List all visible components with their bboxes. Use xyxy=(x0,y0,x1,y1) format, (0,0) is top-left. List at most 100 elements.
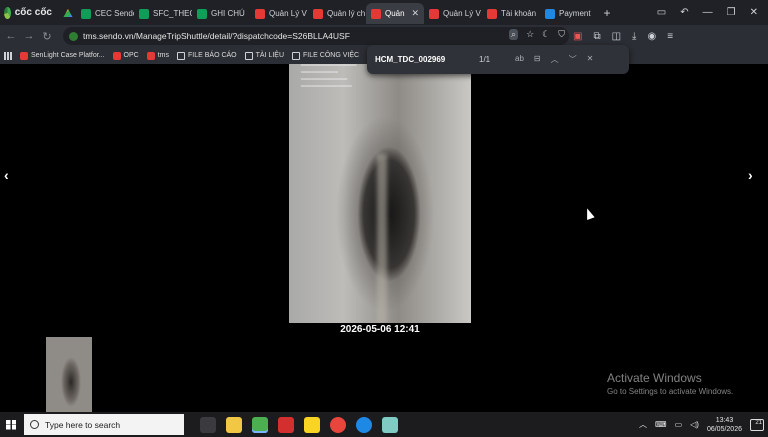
folder-icon xyxy=(292,51,301,60)
find-in-page-icon[interactable]: ⌕ xyxy=(509,29,519,40)
payment-icon xyxy=(545,8,555,19)
bookmark-file-bao-cao[interactable]: FILE BÁO CÁO xyxy=(177,51,237,60)
show-hidden-icons-icon[interactable]: ︿ xyxy=(639,419,647,430)
extension-icon[interactable]: ▣ xyxy=(573,31,582,42)
browser-toolbar-right: ▣ ⧉ ◫ ⤓ ◉ ≡ xyxy=(573,25,673,47)
close-tab-icon[interactable]: ✕ xyxy=(411,8,419,19)
zalo-icon[interactable] xyxy=(356,416,372,433)
new-tab-button[interactable]: + xyxy=(596,6,618,20)
url-text[interactable]: tms.sendo.vn/ManageTripShuttle/detail/?d… xyxy=(83,31,350,41)
tab-payment[interactable]: Payment xyxy=(540,3,596,24)
tab-label: Quản lý ch xyxy=(327,9,366,18)
menu-icon[interactable]: ≡ xyxy=(667,31,673,42)
browser-brand[interactable]: cốc cốc xyxy=(0,0,58,25)
match-case-button[interactable]: ab xyxy=(515,54,524,65)
close-find-icon[interactable]: ✕ xyxy=(587,54,594,65)
tab-label: Quản xyxy=(385,9,405,18)
tab-quan-ly-v-2[interactable]: Quản Lý V xyxy=(424,3,482,24)
shield-icon[interactable]: ⛉ xyxy=(558,29,565,40)
file-explorer-icon[interactable] xyxy=(226,416,242,433)
tab-cec-sendo[interactable]: CEC Sendo xyxy=(76,3,134,24)
sheets-icon xyxy=(197,8,207,19)
tab-label: Quản Lý V xyxy=(443,9,481,18)
notification-center-button[interactable]: 21 xyxy=(750,418,764,431)
find-options: ab ⊟ ︿ ﹀ ✕ xyxy=(515,54,593,65)
folder-icon xyxy=(177,51,185,60)
extensions-puzzle-icon[interactable]: ⧉ xyxy=(593,31,600,42)
chrome-icon[interactable] xyxy=(330,416,346,433)
tab-label: SFC_THEO xyxy=(153,9,192,18)
next-match-icon[interactable]: ﹀ xyxy=(569,54,577,65)
screenshot-icon[interactable]: ▭ xyxy=(657,7,666,18)
bookmark-label: TÀI LIỆU xyxy=(255,52,285,59)
bookmark-label: tms xyxy=(157,52,169,59)
search-icon xyxy=(30,420,39,429)
sendo-icon xyxy=(20,51,28,60)
download-icon[interactable]: ⤓ xyxy=(632,31,636,42)
tab-label: GHI CHÚ xyxy=(211,9,245,18)
address-bar[interactable]: tms.sendo.vn/ManageTripShuttle/detail/?d… xyxy=(63,27,569,45)
taskbar-clock[interactable]: 13:43 06/05/2026 xyxy=(707,416,742,434)
sheets-icon xyxy=(139,8,149,19)
apps-shortcut[interactable] xyxy=(4,51,12,60)
restore-icon[interactable]: ❐ xyxy=(727,7,736,18)
reload-icon[interactable]: ↻ xyxy=(38,30,56,43)
start-button[interactable] xyxy=(0,412,22,437)
tab-ghi-chu[interactable]: GHI CHÚ xyxy=(192,3,250,24)
windows-logo-icon xyxy=(6,419,16,430)
browser-tab-strip: cốc cốc CEC Sendo SFC_THEO GHI CHÚ Quản … xyxy=(0,0,768,25)
profile-icon[interactable]: ◉ xyxy=(647,31,656,42)
activate-windows-watermark: Activate Windows Go to Settings to activ… xyxy=(607,371,733,396)
volume-icon[interactable]: ◁) xyxy=(690,420,699,429)
whole-word-icon[interactable]: ⊟ xyxy=(534,54,541,65)
address-toolbar: ← → ↻ tms.sendo.vn/ManageTripShuttle/det… xyxy=(0,25,768,47)
back-history-icon[interactable]: ↶ xyxy=(680,7,688,18)
tab-sfc-theo[interactable]: SFC_THEO xyxy=(134,3,192,24)
bookmark-label: FILE CÔNG VIỆC xyxy=(303,52,360,59)
tab-quan-active[interactable]: Quản ✕ xyxy=(366,3,424,24)
find-input[interactable]: HCM_TDC_002969 xyxy=(375,55,479,64)
tab-google-drive[interactable] xyxy=(58,3,76,24)
delivery-photo: ▔▔▔▔▔▔▔▔▔▔▔▔ ▔▔▔▔▔▔▔▔ ▔▔▔▔▔▔▔▔▔▔ ▔▔▔▔▔▔▔▔▔▔… xyxy=(289,64,471,323)
sendo-icon xyxy=(255,8,265,19)
photo-thumbnail[interactable] xyxy=(46,337,92,412)
next-image-button[interactable]: › xyxy=(748,167,753,183)
tab-label: Payment xyxy=(559,9,591,18)
forward-icon[interactable]: → xyxy=(20,30,38,42)
site-info-icon[interactable] xyxy=(69,31,78,41)
mouse-cursor-icon xyxy=(583,206,595,221)
minimize-icon[interactable]: — xyxy=(703,7,713,18)
wps-office-icon[interactable] xyxy=(278,416,294,433)
tab-quan-ly-v-1[interactable]: Quản Lý V xyxy=(250,3,308,24)
sticky-notes-icon[interactable] xyxy=(304,416,320,433)
bookmark-senlight[interactable]: SenLight Case Platfor... xyxy=(20,51,105,60)
input-method-icon[interactable]: ⌨ xyxy=(655,420,667,429)
bookmark-file-cong-viec[interactable]: FILE CÔNG VIỆC xyxy=(292,51,360,60)
previous-match-icon[interactable]: ︿ xyxy=(551,54,559,65)
tab-quan-ly-ch[interactable]: Quản lý ch xyxy=(308,3,366,24)
task-view-icon[interactable] xyxy=(200,416,216,433)
split-view-icon[interactable]: ◫ xyxy=(612,31,621,42)
bookmark-tai-lieu[interactable]: TÀI LIỆU xyxy=(244,51,285,60)
prev-image-button[interactable]: ‹ xyxy=(4,167,9,183)
sendo-icon xyxy=(371,8,381,19)
tab-tai-khoan[interactable]: Tài khoản xyxy=(482,3,540,24)
close-window-icon[interactable]: ✕ xyxy=(750,7,758,18)
system-tray: ︿ ⌨ ▭ ◁) 13:43 06/05/2026 21 xyxy=(639,412,768,437)
photo-caption: 2026-05-06 12:41 xyxy=(340,324,420,335)
sendo-icon xyxy=(313,8,323,19)
back-icon[interactable]: ← xyxy=(2,30,20,42)
taskbar-search-box[interactable]: Type here to search xyxy=(24,414,184,435)
clock-date: 06/05/2026 xyxy=(706,425,742,433)
bookmark-label: SenLight Case Platfor... xyxy=(31,52,105,59)
bookmark-opc[interactable]: OPC xyxy=(112,51,139,60)
bookmark-star-icon[interactable]: ☆ xyxy=(526,29,534,40)
bookmark-tms[interactable]: tms xyxy=(146,51,169,60)
dark-mode-icon[interactable]: ☾ xyxy=(542,29,550,40)
coccoc-taskbar-icon[interactable] xyxy=(252,416,268,433)
network-icon[interactable]: ▭ xyxy=(675,420,683,429)
notepad-icon[interactable] xyxy=(382,416,398,433)
sendo-icon xyxy=(487,8,497,19)
sendo-icon xyxy=(146,51,155,60)
find-match-count: 1/1 xyxy=(479,55,491,64)
